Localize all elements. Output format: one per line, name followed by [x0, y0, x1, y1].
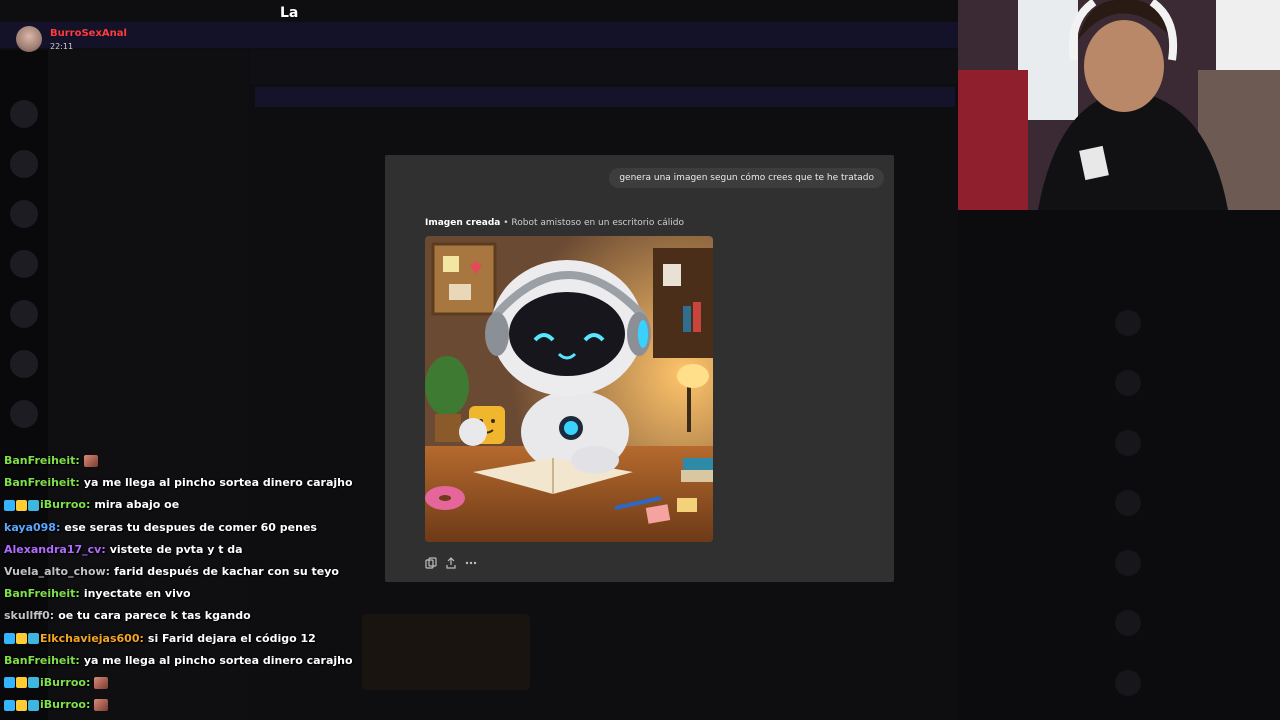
chat-username[interactable]: Alexandra17_cv: — [4, 541, 106, 559]
webcam-feed — [958, 0, 1280, 210]
chat-text: ese seras tu despues de comer 60 penes — [64, 520, 317, 534]
chat-username[interactable]: iBurroo: — [40, 496, 90, 514]
chat-message: skullff0: oe tu cara parece k tas kgando — [4, 605, 564, 627]
background-member-avatar — [1115, 310, 1141, 336]
chat-message: Elkchaviejas600: si Farid dejara el códig… — [4, 628, 564, 650]
chat-message: Vuela_alto_chow: farid después de kachar … — [4, 561, 564, 583]
chat-text: ya me llega al pincho sortea dinero cara… — [83, 653, 353, 667]
chat-username[interactable]: BanFreiheit: — [4, 585, 80, 603]
streamer-avatar — [16, 26, 42, 52]
chat-username[interactable]: iBurroo: — [40, 696, 90, 714]
chat-text: ya me llega al pincho sortea dinero cara… — [83, 476, 353, 490]
crown-badge-icon — [16, 633, 27, 645]
background-member-avatar — [1115, 430, 1141, 456]
chat-message: BanFreiheit: — [4, 450, 564, 472]
chat-message: kaya098: ese seras tu despues de comer 60… — [4, 517, 564, 539]
streamer-timestamp: 22:11 — [50, 42, 74, 51]
twitch-chat: BanFreiheit: BanFreiheit: ya me llega al p… — [4, 450, 564, 716]
chat-text: si Farid dejara el código 12 — [147, 631, 316, 645]
image-caption-title: Robot amistoso en un escritorio cálido — [511, 218, 684, 228]
sub-badge-icon — [28, 699, 39, 711]
background-channel-header — [250, 50, 958, 84]
chat-message: BanFreiheit: inyectate en vivo — [4, 583, 564, 605]
background-member-avatar — [1115, 370, 1141, 396]
chat-username[interactable]: Vuela_alto_chow: — [4, 563, 110, 581]
chat-message: BanFreiheit: ya me llega al pincho sortea… — [4, 650, 564, 672]
crown-badge-icon — [16, 499, 27, 511]
chat-text: inyectate en vivo — [83, 587, 191, 601]
sword-badge-icon — [4, 677, 15, 689]
chat-text: vistete de pvta y t da — [109, 542, 243, 556]
background-notice-bar — [0, 22, 958, 48]
sword-badge-icon — [4, 499, 15, 511]
sword-badge-icon — [4, 633, 15, 645]
chat-emote-icon — [94, 699, 109, 712]
overlay-label: La — [280, 5, 299, 21]
image-caption-label: Imagen creada — [425, 218, 501, 228]
background-member-avatar — [1115, 670, 1141, 696]
background-member-avatar — [1115, 490, 1141, 516]
chat-message: iBurroo: mira abajo oe — [4, 494, 564, 516]
chat-username[interactable]: Elkchaviejas600: — [40, 630, 144, 648]
chat-message: BanFreiheit: ya me llega al pincho sortea… — [4, 472, 564, 494]
sub-badge-icon — [28, 677, 39, 689]
image-caption: Imagen creada • Robot amistoso en un esc… — [425, 218, 684, 228]
chat-text: farid después de kachar con su teyo — [114, 565, 339, 579]
chat-username[interactable]: BanFreiheit: — [4, 452, 80, 470]
crown-badge-icon — [16, 699, 27, 711]
chat-username[interactable]: BanFreiheit: — [4, 652, 80, 670]
streamer-name: BurroSexAnal — [50, 28, 127, 39]
sub-badge-icon — [28, 633, 39, 645]
chat-emote-icon — [83, 455, 98, 468]
background-banner — [255, 87, 955, 107]
chat-message: Alexandra17_cv: vistete de pvta y t da — [4, 539, 564, 561]
chat-username[interactable]: iBurroo: — [40, 674, 90, 692]
user-prompt-bubble: genera una imagen segun cómo crees que t… — [609, 168, 884, 188]
background-member-list — [958, 210, 1280, 720]
image-caption-separator: • — [503, 218, 509, 228]
chat-text: oe tu cara parece k tas kgando — [58, 609, 251, 623]
chat-username[interactable]: skullff0: — [4, 607, 54, 625]
sword-badge-icon — [4, 699, 15, 711]
chat-username[interactable]: BanFreiheit: — [4, 474, 80, 492]
chat-username[interactable]: kaya098: — [4, 519, 60, 537]
crown-badge-icon — [16, 677, 27, 689]
chat-emote-icon — [94, 676, 109, 689]
chat-text: mira abajo oe — [94, 498, 180, 512]
sub-badge-icon — [28, 499, 39, 511]
chat-message: iBurroo: — [4, 672, 564, 694]
background-member-avatar — [1115, 610, 1141, 636]
background-member-avatar — [1115, 550, 1141, 576]
chat-message: iBurroo: — [4, 694, 564, 716]
